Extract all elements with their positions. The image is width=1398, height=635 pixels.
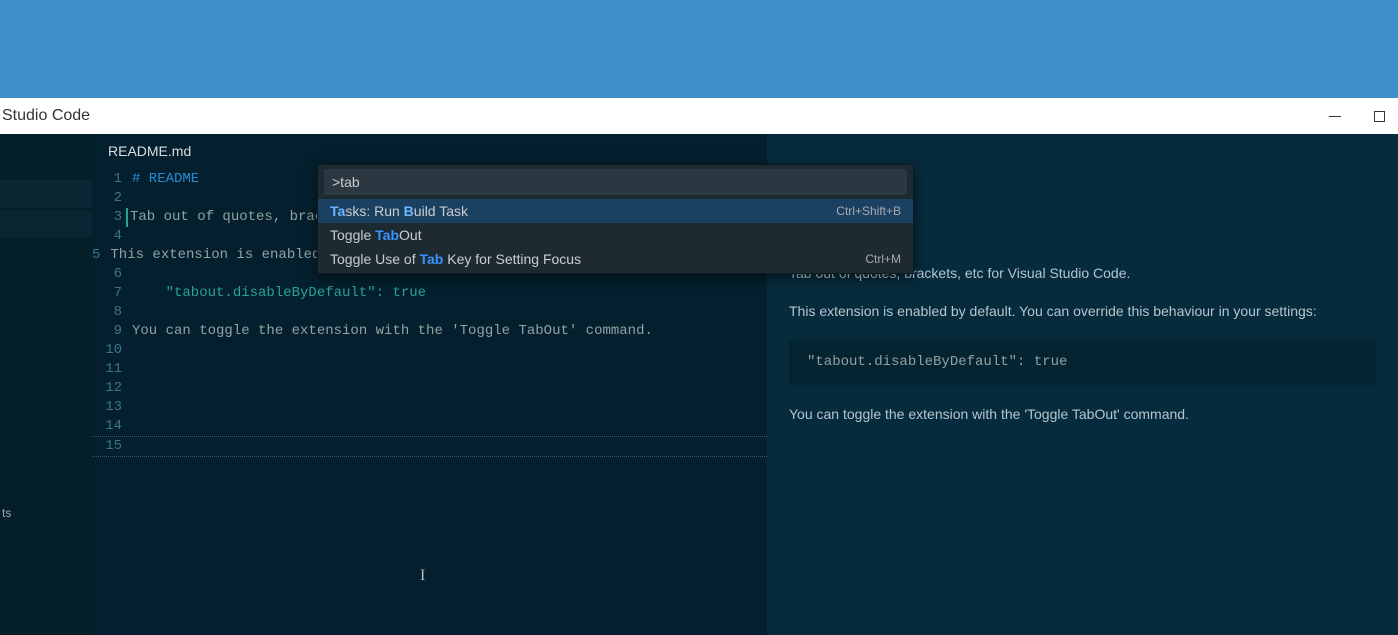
activity-item[interactable] — [0, 180, 92, 208]
line-content — [128, 398, 132, 417]
keybinding-label: Ctrl+Shift+B — [836, 204, 901, 218]
line-number: 5 — [92, 246, 106, 265]
activity-bar: ts — [0, 134, 92, 635]
line-content — [128, 417, 132, 436]
line-number: 10 — [92, 341, 128, 360]
activity-bar-label-fragment: ts — [2, 506, 11, 520]
line-number: 3 — [92, 208, 128, 227]
line-content — [128, 379, 132, 398]
line-content — [128, 189, 132, 208]
minimize-button[interactable] — [1328, 109, 1342, 123]
command-item-label: Tasks: Run Build Task — [330, 203, 468, 219]
command-item-label: Toggle Use of Tab Key for Setting Focus — [330, 251, 581, 267]
command-palette-list: Tasks: Run Build Task Ctrl+Shift+B Toggle … — [318, 199, 913, 273]
line-content — [128, 341, 132, 360]
maximize-button[interactable] — [1372, 109, 1386, 123]
editor-tab-bar: README.md — [92, 134, 767, 168]
line-number: 7 — [92, 284, 128, 303]
line-number: 8 — [92, 303, 128, 322]
line-number: 12 — [92, 379, 128, 398]
line-content — [128, 360, 132, 379]
blue-header-region — [0, 0, 1398, 98]
line-content — [128, 437, 132, 456]
window-controls — [1328, 109, 1386, 123]
line-number: 13 — [92, 398, 128, 417]
line-content: # README — [128, 170, 199, 189]
line-number: 9 — [92, 322, 128, 341]
code-line[interactable]: 7 "tabout.disableByDefault": true — [92, 284, 767, 303]
line-content — [128, 227, 132, 246]
preview-code-block: "tabout.disableByDefault": true — [789, 339, 1376, 385]
command-item-label: Toggle TabOut — [330, 227, 422, 243]
code-line[interactable]: 15 — [92, 436, 767, 457]
command-palette-item[interactable]: Tasks: Run Build Task Ctrl+Shift+B — [318, 199, 913, 223]
code-line[interactable]: 12 — [92, 379, 767, 398]
preview-paragraph: This extension is enabled by default. Yo… — [789, 300, 1376, 322]
code-line[interactable]: 11 — [92, 360, 767, 379]
keybinding-label: Ctrl+M — [865, 252, 901, 266]
line-number: 11 — [92, 360, 128, 379]
command-palette-item[interactable]: Toggle Use of Tab Key for Setting Focus C… — [318, 247, 913, 271]
code-line[interactable]: 14 — [92, 417, 767, 436]
line-content — [128, 265, 132, 284]
maximize-icon — [1374, 111, 1385, 122]
code-line[interactable]: 8 — [92, 303, 767, 322]
line-content: "tabout.disableByDefault": true — [128, 284, 426, 303]
text-cursor-icon: I — [420, 567, 425, 585]
code-line[interactable]: 9You can toggle the extension with the '… — [92, 322, 767, 341]
line-number: 1 — [92, 170, 128, 189]
line-content: You can toggle the extension with the 'T… — [128, 322, 653, 341]
command-palette-item[interactable]: Toggle TabOut — [318, 223, 913, 247]
code-line[interactable]: 13 — [92, 398, 767, 417]
window-title-bar: Studio Code — [0, 98, 1398, 134]
line-number: 4 — [92, 227, 128, 246]
line-number: 14 — [92, 417, 128, 436]
preview-paragraph: You can toggle the extension with the 'T… — [789, 403, 1376, 425]
line-content — [128, 303, 132, 322]
line-number: 2 — [92, 189, 128, 208]
code-line[interactable]: 10 — [92, 341, 767, 360]
editor-tab-readme[interactable]: README.md — [106, 137, 193, 165]
activity-item[interactable] — [0, 210, 92, 238]
command-palette: Tasks: Run Build Task Ctrl+Shift+B Toggle … — [317, 164, 914, 274]
minimize-icon — [1329, 116, 1341, 117]
line-number: 6 — [92, 265, 128, 284]
command-palette-input[interactable] — [324, 169, 907, 195]
app-title: Studio Code — [0, 107, 90, 125]
line-number: 15 — [92, 437, 128, 456]
line-content: Tab out of quotes, brac — [126, 208, 323, 227]
